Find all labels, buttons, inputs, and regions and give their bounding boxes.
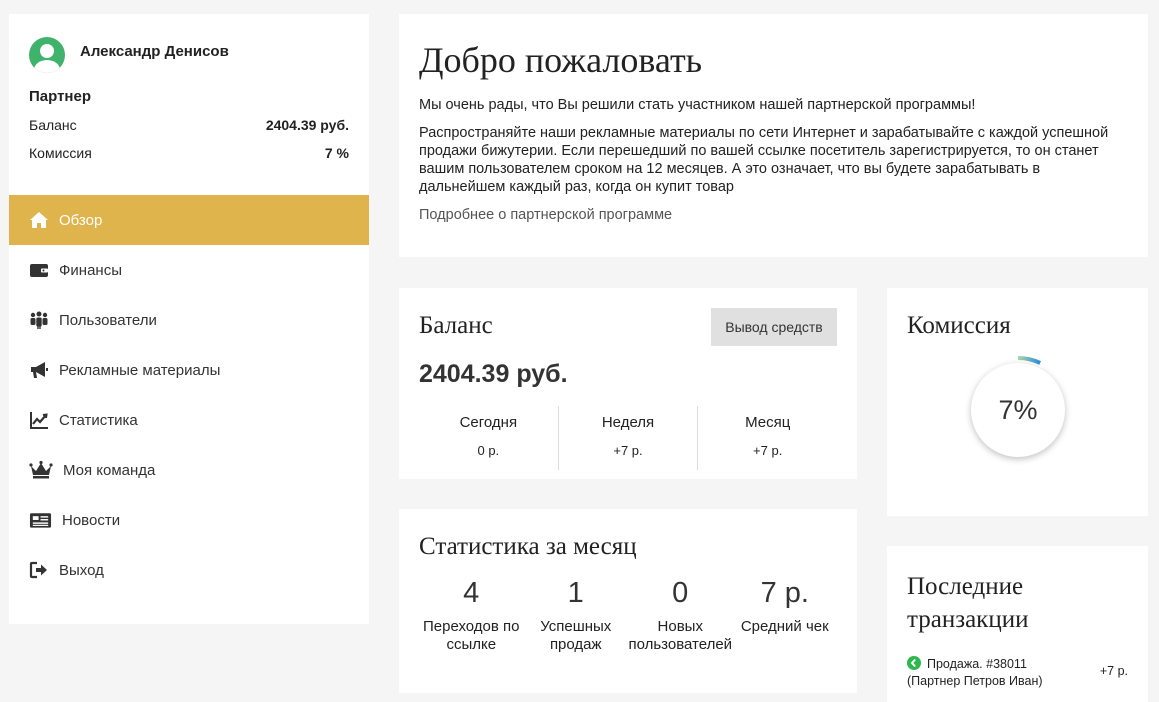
welcome-title: Добро пожаловать [419,40,703,80]
withdraw-button[interactable]: Вывод средств [711,308,837,346]
nav-label: Финансы [59,261,122,279]
program-details-link[interactable]: Подробнее о партнерской программе [419,207,1128,223]
avatar-icon [29,37,65,73]
logout-icon [29,561,47,579]
stat-clicks: 4 Переходов по ссылке [419,577,524,654]
period-label: Неделя [601,414,655,431]
balance-value: 2404.39 руб. [265,117,349,133]
period-month: Месяц +7 р. [698,406,837,470]
user-row: Александр Денисов [29,34,349,76]
nav-label: Выход [59,561,104,579]
stat-sales: 1 Успешных продаж [524,577,629,654]
commission-percent: 7% [998,394,1038,425]
sidebar: Александр Денисов Партнер Баланс 2404.39… [9,14,369,624]
nav-item-overview[interactable]: Обзор [9,195,369,245]
stat-label: Переходов по ссылке [422,618,520,653]
commission-row: Комиссия 7 % [29,145,349,161]
stat-label: Успешных продаж [540,618,612,653]
stat-new-users: 0 Новых пользователей [628,577,733,654]
wallet-icon [30,264,48,277]
period-value: +7 р. [613,443,643,458]
transaction-title: Продажа. #38011 [927,657,1027,671]
transaction-amount: +7 р. [1099,664,1128,678]
stat-label: Новых пользователей [628,618,733,653]
home-icon [30,212,48,228]
balance-amount: 2404.39 руб. [419,360,568,388]
period-today: Сегодня 0 р. [419,406,559,470]
stat-value: 7 р. [760,577,809,609]
period-value: +7 р. [753,443,783,458]
nav-item-my-team[interactable]: Моя команда [9,445,369,495]
stat-value: 0 [672,577,689,609]
transaction-desc: Продажа. #38011 (Партнер Петров Иван) [907,656,1043,690]
balance-periods: Сегодня 0 р. Неделя +7 р. Месяц +7 р. [419,406,837,470]
transactions-title: Последние транзакции [907,573,1029,633]
nav-label: Обзор [59,211,103,229]
nav-item-statistics[interactable]: Статистика [9,395,369,445]
stats-row: 4 Переходов по ссылке 1 Успешных продаж … [419,577,837,654]
arrow-left-circle-icon [907,656,921,670]
balance-card: Баланс Вывод средств 2404.39 руб. Сегодн… [399,288,857,479]
stat-value: 1 [567,577,584,609]
megaphone-icon [31,362,48,378]
balance-row: Баланс 2404.39 руб. [29,117,349,133]
transaction-partner: (Партнер Петров Иван) [907,674,1043,688]
nav-label: Рекламные материалы [59,361,221,379]
nav-label: Пользователи [59,311,157,329]
commission-card: Комиссия 7% [887,288,1148,516]
welcome-card: Добро пожаловать Мы очень рады, что Вы р… [399,14,1148,257]
period-value: 0 р. [477,443,500,458]
nav-item-news[interactable]: Новости [9,495,369,545]
nav-item-logout[interactable]: Выход [9,545,369,595]
nav-item-users[interactable]: Пользователи [9,295,369,345]
stats-title: Статистика за месяц [419,533,637,560]
transactions-card: Последние транзакции Продажа. #38011 (Па… [887,546,1148,702]
users-icon [30,311,48,329]
nav-label: Статистика [59,411,138,429]
nav-label: Моя команда [63,461,156,479]
period-week: Неделя +7 р. [559,406,699,470]
commission-label: Комиссия [29,145,92,161]
stat-value: 4 [463,577,480,609]
balance-label: Баланс [29,117,77,133]
commission-value: 7 % [324,145,349,161]
welcome-text: Мы очень рады, что Вы решили стать участ… [419,97,976,113]
nav-item-finance[interactable]: Финансы [9,245,369,295]
period-label: Месяц [745,414,791,431]
sidebar-nav: Обзор Финансы Пользователи Рекламные мат… [9,195,369,595]
transaction-item[interactable]: Продажа. #38011 (Партнер Петров Иван) +7… [907,656,1128,690]
welcome-description: Распространяйте наши рекламные материалы… [419,125,1109,195]
period-label: Сегодня [459,414,518,431]
chart-icon [30,412,48,429]
user-role: Партнер [29,88,91,105]
nav-item-ad-materials[interactable]: Рекламные материалы [9,345,369,395]
profile-panel: Александр Денисов Партнер Баланс 2404.39… [9,14,369,161]
newspaper-icon [29,513,52,528]
nav-label: Новости [62,511,121,529]
user-name: Александр Денисов [80,42,229,60]
commission-title: Комиссия [907,312,1011,339]
stat-label: Средний чек [740,618,829,635]
commission-gauge: 7% [971,363,1065,457]
monthly-stats-card: Статистика за месяц 4 Переходов по ссылк… [399,509,857,693]
crown-icon [29,460,53,479]
stat-average-check: 7 р. Средний чек [733,577,838,654]
